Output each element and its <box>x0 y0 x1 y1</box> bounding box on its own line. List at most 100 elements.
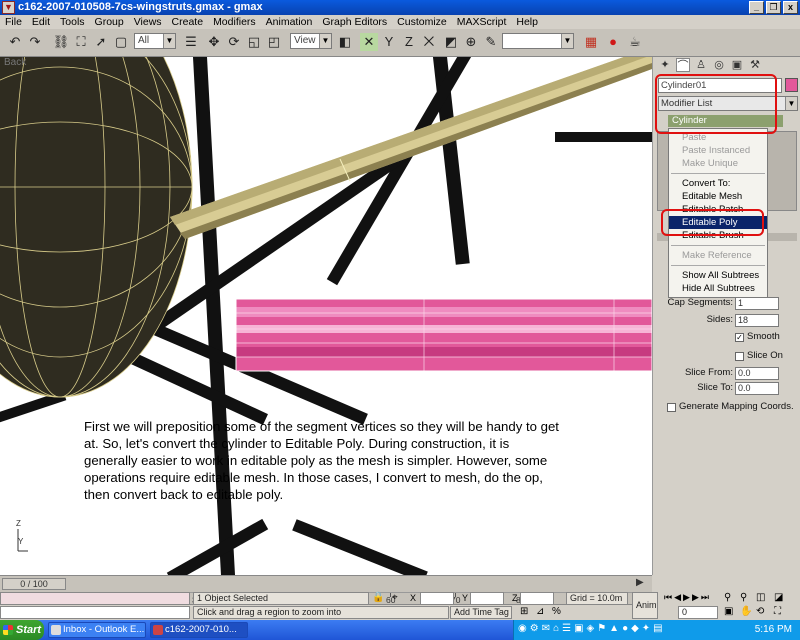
menu-modifiers[interactable]: Modifiers <box>208 15 261 29</box>
absolute-mode-icon[interactable]: ⌖ <box>392 592 398 603</box>
menu-tools[interactable]: Tools <box>55 15 90 29</box>
utilities-tab-icon[interactable]: ⚒ <box>748 58 762 72</box>
menu-views[interactable]: Views <box>129 15 167 29</box>
time-slider[interactable]: 0 / 100 <box>2 578 66 590</box>
taskbar-item-gmax[interactable]: c162-2007-010... <box>150 622 248 638</box>
motion-tab-icon[interactable]: ◎ <box>712 58 726 72</box>
maximize-viewport-icon[interactable]: ⛶ <box>774 606 781 617</box>
slice-from-spinner[interactable]: 0.0 <box>735 367 779 380</box>
slice-to-spinner[interactable]: 0.0 <box>735 382 779 395</box>
menu-edit[interactable]: Edit <box>27 15 55 29</box>
hierarchy-tab-icon[interactable]: ♙ <box>694 58 708 72</box>
menu-animation[interactable]: Animation <box>261 15 318 29</box>
add-time-tag-button[interactable]: Add Time Tag <box>450 606 512 619</box>
slice-on-checkbox[interactable] <box>735 352 744 361</box>
maxscript-listener[interactable] <box>0 592 190 605</box>
time-slider-bar[interactable]: 0 / 100 ▶ <box>0 575 652 592</box>
restrict-y-icon[interactable]: Y <box>380 33 398 51</box>
generate-mapping-checkbox[interactable] <box>667 403 676 412</box>
scale-icon[interactable]: ◱ <box>245 33 263 51</box>
menu-group[interactable]: Group <box>90 15 129 29</box>
gmax-app-icon[interactable]: ▼ <box>2 1 15 14</box>
smooth-checkbox[interactable]: ✓ <box>735 333 744 342</box>
menu-item-editable-poly[interactable]: Editable Poly <box>669 216 767 229</box>
x-coord-field[interactable] <box>420 592 454 605</box>
menu-help[interactable]: Help <box>511 15 543 29</box>
modifier-list-dropdown[interactable]: Modifier List ▼ <box>658 96 798 111</box>
start-button[interactable]: Start <box>0 620 44 640</box>
named-selection-icon[interactable]: ✎ <box>482 33 500 51</box>
select-object-icon[interactable]: ➚ <box>92 33 110 51</box>
menu-item-paste-instanced[interactable]: Paste Instanced <box>669 144 767 157</box>
time-slider-next-icon[interactable]: ▶ <box>636 577 644 588</box>
restrict-z-icon[interactable]: Z <box>400 33 418 51</box>
select-by-name-icon[interactable]: ☰ <box>182 33 200 51</box>
menu-item-make-reference[interactable]: Make Reference <box>669 249 767 262</box>
link-icon[interactable]: ⛓ <box>52 33 70 51</box>
zoom-region-icon[interactable]: ▣ <box>724 606 733 617</box>
restrict-plane-icon[interactable]: ⨉ <box>420 33 438 51</box>
y-coord-field[interactable] <box>470 592 504 605</box>
restrict-xy-icon[interactable]: ✕ <box>360 33 378 51</box>
menu-item-make-unique[interactable]: Make Unique <box>669 157 767 170</box>
zoom-icon[interactable]: ⚲ <box>724 592 731 603</box>
pan-icon[interactable]: ✋ <box>740 606 752 617</box>
redo-icon[interactable]: ↷ <box>26 33 44 51</box>
viewport-label[interactable]: Back <box>4 57 26 68</box>
current-frame-field[interactable]: 0 <box>678 606 718 619</box>
mirror-icon[interactable]: ◩ <box>442 33 460 51</box>
cap-segments-spinner[interactable]: 1 <box>735 297 779 310</box>
arc-rotate-icon[interactable]: ⟲ <box>756 606 764 617</box>
named-selection-dropdown[interactable]: ▼ <box>502 33 574 49</box>
viewport-back[interactable]: Back First we will preposition some of t… <box>0 57 652 575</box>
snap-toggle-icon[interactable]: ⊞ <box>520 606 528 617</box>
menu-graph-editors[interactable]: Graph Editors <box>317 15 392 29</box>
align-icon[interactable]: ⊕ <box>462 33 480 51</box>
display-tab-icon[interactable]: ▣ <box>730 58 744 72</box>
angle-snap-icon[interactable]: ⊿ <box>536 606 544 617</box>
restore-button[interactable]: ❐ <box>766 1 781 14</box>
move-icon[interactable]: ✥ <box>205 33 223 51</box>
zoom-extents-icon[interactable]: ◫ <box>756 592 765 603</box>
select-region-icon[interactable]: ▢ <box>112 33 130 51</box>
system-clock[interactable]: 5:16 PM <box>755 620 792 640</box>
menu-maxscript[interactable]: MAXScript <box>452 15 512 29</box>
sides-spinner[interactable]: 18 <box>735 314 779 327</box>
menu-file[interactable]: File <box>0 15 27 29</box>
selection-filter-dropdown[interactable]: All ▼ <box>134 33 176 49</box>
render-icon[interactable]: ● <box>604 33 622 51</box>
menu-item-editable-patch[interactable]: Editable Patch <box>669 203 767 216</box>
menu-customize[interactable]: Customize <box>392 15 452 29</box>
menu-item-editable-brush[interactable]: Editable Brush <box>669 229 767 242</box>
minimize-button[interactable]: _ <box>749 1 764 14</box>
lock-selection-icon[interactable]: 🔒 <box>372 592 384 603</box>
close-button[interactable]: x <box>783 1 798 14</box>
z-coord-field[interactable] <box>520 592 554 605</box>
object-name-field[interactable]: Cylinder01 <box>658 78 782 93</box>
rotate-icon[interactable]: ⟳ <box>225 33 243 51</box>
playback-controls-icon[interactable]: ⏮◀▶▶⏭ <box>664 592 711 603</box>
menu-item-editable-mesh[interactable]: Editable Mesh <box>669 190 767 203</box>
menu-create[interactable]: Create <box>167 15 209 29</box>
zoom-extents-all-icon[interactable]: ◪ <box>774 592 783 603</box>
maxscript-mini-listener[interactable] <box>0 606 190 619</box>
menu-item-show-all-subtrees[interactable]: Show All Subtrees <box>669 269 767 282</box>
undo-icon[interactable]: ↶ <box>6 33 24 51</box>
animate-button[interactable]: Anim. <box>632 592 658 619</box>
unlink-icon[interactable]: ⛶ <box>72 33 90 51</box>
pivot-center-icon[interactable]: ◧ <box>336 33 354 51</box>
object-color-swatch[interactable] <box>785 78 798 92</box>
modifier-stack-item[interactable]: Cylinder <box>668 115 783 127</box>
material-editor-icon[interactable]: ▦ <box>582 33 600 51</box>
percent-snap-icon[interactable]: % <box>552 606 561 617</box>
render-scene-icon[interactable]: ☕ <box>626 33 644 51</box>
reference-coord-dropdown[interactable]: View ▼ <box>290 33 332 49</box>
taskbar-item-outlook[interactable]: Inbox - Outlook E... <box>48 622 146 638</box>
scale-flyout-icon[interactable]: ◰ <box>265 33 283 51</box>
create-tab-icon[interactable]: ✦ <box>658 58 672 72</box>
menu-item-paste[interactable]: Paste <box>669 131 767 144</box>
modify-tab-icon[interactable]: ⌒ <box>676 58 690 72</box>
zoom-all-icon[interactable]: ⚲ <box>740 592 747 603</box>
menu-item-hide-all-subtrees[interactable]: Hide All Subtrees <box>669 282 767 295</box>
tray-icons[interactable]: ◉⚙✉⌂☰▣◈⚑▲●◆✦▤ <box>518 623 666 634</box>
